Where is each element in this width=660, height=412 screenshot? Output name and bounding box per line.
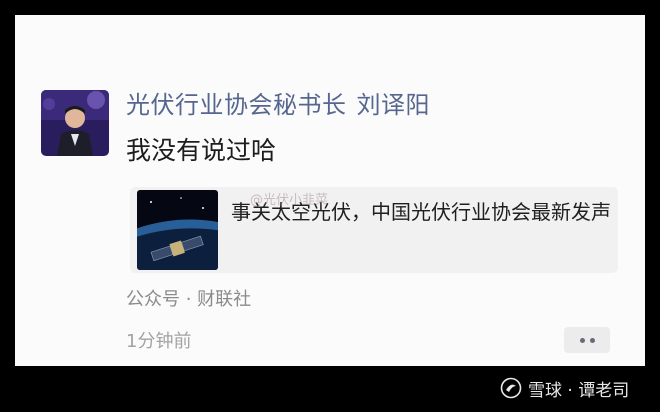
dot <box>589 337 595 343</box>
snowball-logo-icon <box>500 377 522 399</box>
author-role: 光伏行业协会秘书长 <box>126 91 347 119</box>
top-letterbox <box>0 0 660 15</box>
moment-post: 光伏行业协会秘书长 刘译阳 我没有说过哈 事关太空光伏，中国光伏行业协会最新发声 … <box>15 15 645 366</box>
post-message: 我没有说过哈 <box>126 136 277 165</box>
dot <box>579 337 585 343</box>
watermark-text: 雪球 · 谭老司 <box>528 380 630 401</box>
platform-watermark: 雪球 · 谭老司 <box>500 372 629 404</box>
author-title[interactable]: 光伏行业协会秘书长 刘译阳 <box>126 89 430 121</box>
more-dots-icon[interactable] <box>564 327 610 353</box>
avatar[interactable] <box>41 90 109 156</box>
link-card[interactable]: 事关太空光伏，中国光伏行业协会最新发声 @光伏小韭菜 <box>130 187 618 273</box>
source-label[interactable]: 公众号 · 财联社 <box>126 287 251 313</box>
author-name: 刘译阳 <box>356 91 430 119</box>
overlay-watermark: @光伏小韭菜 <box>250 193 329 208</box>
satellite-thumbnail <box>137 190 218 270</box>
timestamp: 1分钟前 <box>126 331 192 352</box>
